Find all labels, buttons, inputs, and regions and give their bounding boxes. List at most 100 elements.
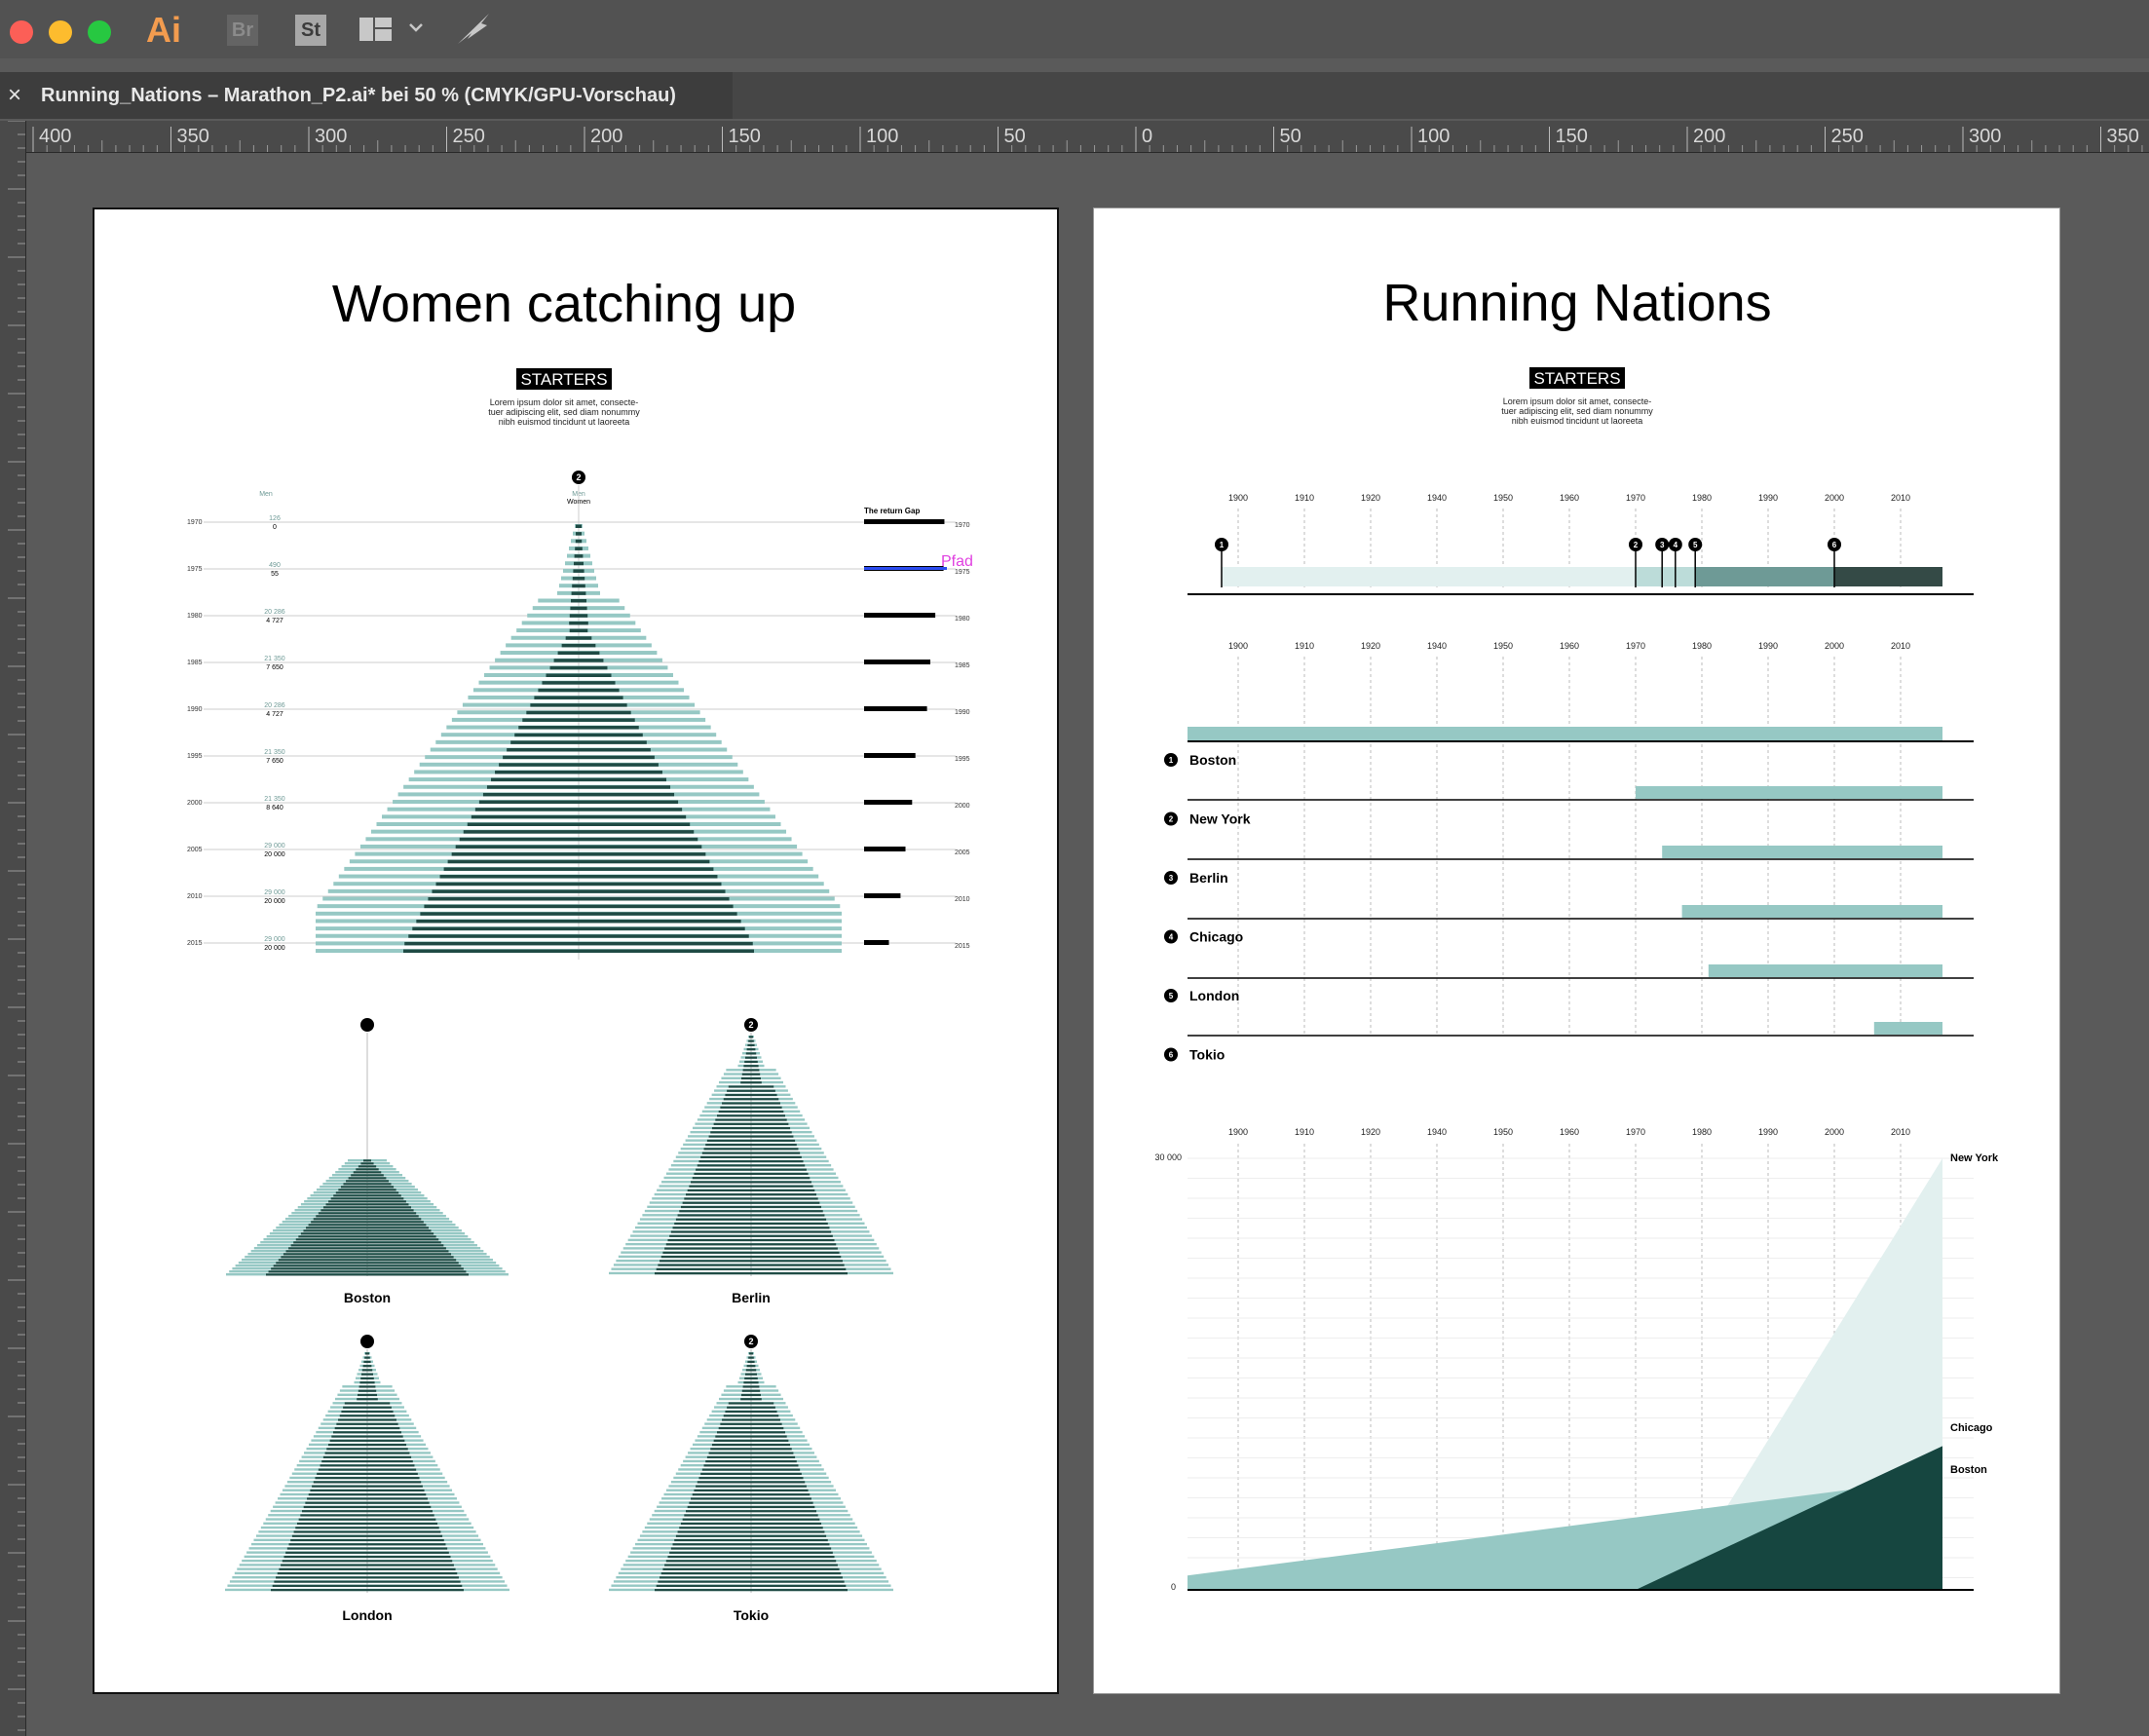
- city-women-bar: [686, 1193, 816, 1196]
- city-bar-total: [1188, 727, 1942, 740]
- decade-label: 2000: [1825, 1127, 1844, 1137]
- year-label-left: 2005: [187, 847, 203, 853]
- city-women-bar: [276, 1576, 459, 1579]
- women-value: 55: [271, 571, 279, 578]
- city-women-bar: [713, 1122, 789, 1125]
- city-women-bar: [356, 1168, 379, 1171]
- women-bar: [553, 659, 604, 662]
- year-label-right: 1980: [955, 616, 970, 623]
- close-icon[interactable]: ×: [8, 72, 21, 119]
- ruler-label: 50: [1280, 126, 1301, 147]
- artboard-women-catching-up[interactable]: Women catching up STARTERS Lorem ipsum dol…: [93, 208, 1059, 1694]
- city-women-bar: [684, 1514, 818, 1517]
- city-women-bar: [670, 1547, 832, 1550]
- city-women-bar: [334, 1426, 400, 1430]
- women-bar: [538, 688, 620, 693]
- city-women-bar: [749, 1352, 753, 1355]
- return-gap-bar: [864, 893, 901, 898]
- city-women-bar: [665, 1560, 837, 1563]
- city-women-bar: [747, 1360, 755, 1364]
- men-value: 21 350: [264, 656, 285, 662]
- artboard-running-nations[interactable]: Running Nations STARTERS Lorem ipsum dolor…: [1093, 208, 2060, 1694]
- city-women-bar: [722, 1418, 780, 1421]
- starters-label: STARTERS: [520, 370, 607, 389]
- women-bar: [526, 710, 631, 715]
- city-label: Tokio: [734, 1607, 769, 1623]
- illustrator-icon[interactable]: Ai: [146, 10, 181, 51]
- city-women-bar: [308, 1493, 427, 1496]
- horizontal-ruler[interactable]: 400 350 300 250 200 150 100 50 0 50 100 150 200 250 30…: [0, 121, 2149, 153]
- city-women-bar: [711, 1443, 791, 1447]
- publish-icon[interactable]: [454, 12, 493, 47]
- bridge-icon[interactable]: Br: [227, 15, 258, 46]
- close-light[interactable]: [10, 20, 33, 44]
- ruler-label: 400: [39, 126, 71, 147]
- city-women-bar: [697, 1481, 806, 1484]
- women-bar: [420, 912, 737, 916]
- city-name: London: [1189, 988, 1239, 1003]
- city-label: London: [342, 1607, 392, 1623]
- city-women-bar: [362, 1365, 372, 1368]
- city-women-bar: [696, 1485, 807, 1488]
- city-women-bar: [360, 1377, 374, 1380]
- city-marker-number: 2: [748, 1337, 753, 1346]
- year-label-left: 1975: [187, 566, 203, 573]
- city-women-bar: [708, 1452, 794, 1454]
- city-women-bar: [302, 1510, 433, 1513]
- decade-label: 1970: [1626, 1127, 1645, 1137]
- city-women-bar: [325, 1203, 409, 1206]
- women-bar: [408, 934, 749, 938]
- city-women-bar: [741, 1389, 761, 1392]
- women-bar: [575, 547, 583, 550]
- zoom-light[interactable]: [88, 20, 111, 44]
- city-women-bar: [669, 1234, 833, 1237]
- vertical-ruler[interactable]: [0, 121, 26, 1736]
- city-women-bar: [351, 1174, 384, 1177]
- city-women-bar: [330, 1197, 404, 1200]
- city-women-bar: [340, 1186, 395, 1189]
- city-women-bar: [745, 1056, 757, 1059]
- title-bar: Ai Br St: [0, 0, 2149, 58]
- city-number: 1: [1169, 756, 1174, 765]
- city-women-bar: [672, 1227, 830, 1229]
- city-women-bar: [272, 1584, 463, 1587]
- intro-text: tuer adipiscing elit, sed diam nonummy: [488, 407, 640, 417]
- decade-label: 1950: [1493, 1127, 1513, 1137]
- city-start-bar: [1636, 786, 1942, 799]
- women-bar: [572, 584, 585, 588]
- city-women-bar: [744, 1060, 758, 1064]
- year-label-right: 1970: [955, 522, 970, 529]
- area-label-boston: Boston: [1950, 1464, 1987, 1476]
- city-women-bar: [266, 1273, 469, 1276]
- women-bar: [574, 561, 584, 566]
- women-value: 20 000: [264, 851, 285, 858]
- city-women-bar: [285, 1250, 449, 1253]
- women-bar: [576, 532, 582, 536]
- workspace-icon[interactable]: [358, 16, 427, 45]
- stock-icon[interactable]: St: [295, 15, 326, 46]
- decade-label: 1960: [1560, 1127, 1579, 1137]
- city-start-bar: [1708, 964, 1942, 977]
- city-women-bar: [742, 1385, 760, 1388]
- women-bar: [569, 614, 588, 618]
- city-women-bar: [300, 1232, 434, 1235]
- minimize-light[interactable]: [49, 20, 72, 44]
- city-women-bar: [722, 1102, 780, 1105]
- city-women-bar: [346, 1180, 389, 1183]
- city-women-bar: [343, 1183, 392, 1186]
- city-women-bar: [316, 1215, 419, 1218]
- decade-label: 2010: [1891, 641, 1910, 651]
- city-women-bar: [715, 1118, 787, 1121]
- return-gap-bar: [864, 847, 906, 851]
- city-women-bar: [306, 1227, 429, 1229]
- ruler-label: 350: [2107, 126, 2139, 147]
- selection-label: Pfad: [941, 553, 973, 570]
- city-women-bar: [665, 1243, 837, 1246]
- city-women-bar: [296, 1522, 438, 1526]
- return-gap-bar: [864, 706, 927, 711]
- city-women-bar: [322, 1455, 412, 1458]
- city-women-bar: [321, 1460, 413, 1463]
- ruler-label: 300: [315, 126, 347, 147]
- city-women-bar: [326, 1448, 408, 1451]
- document-tab[interactable]: × Running_Nations – Marathon_P2.ai* bei …: [0, 72, 733, 119]
